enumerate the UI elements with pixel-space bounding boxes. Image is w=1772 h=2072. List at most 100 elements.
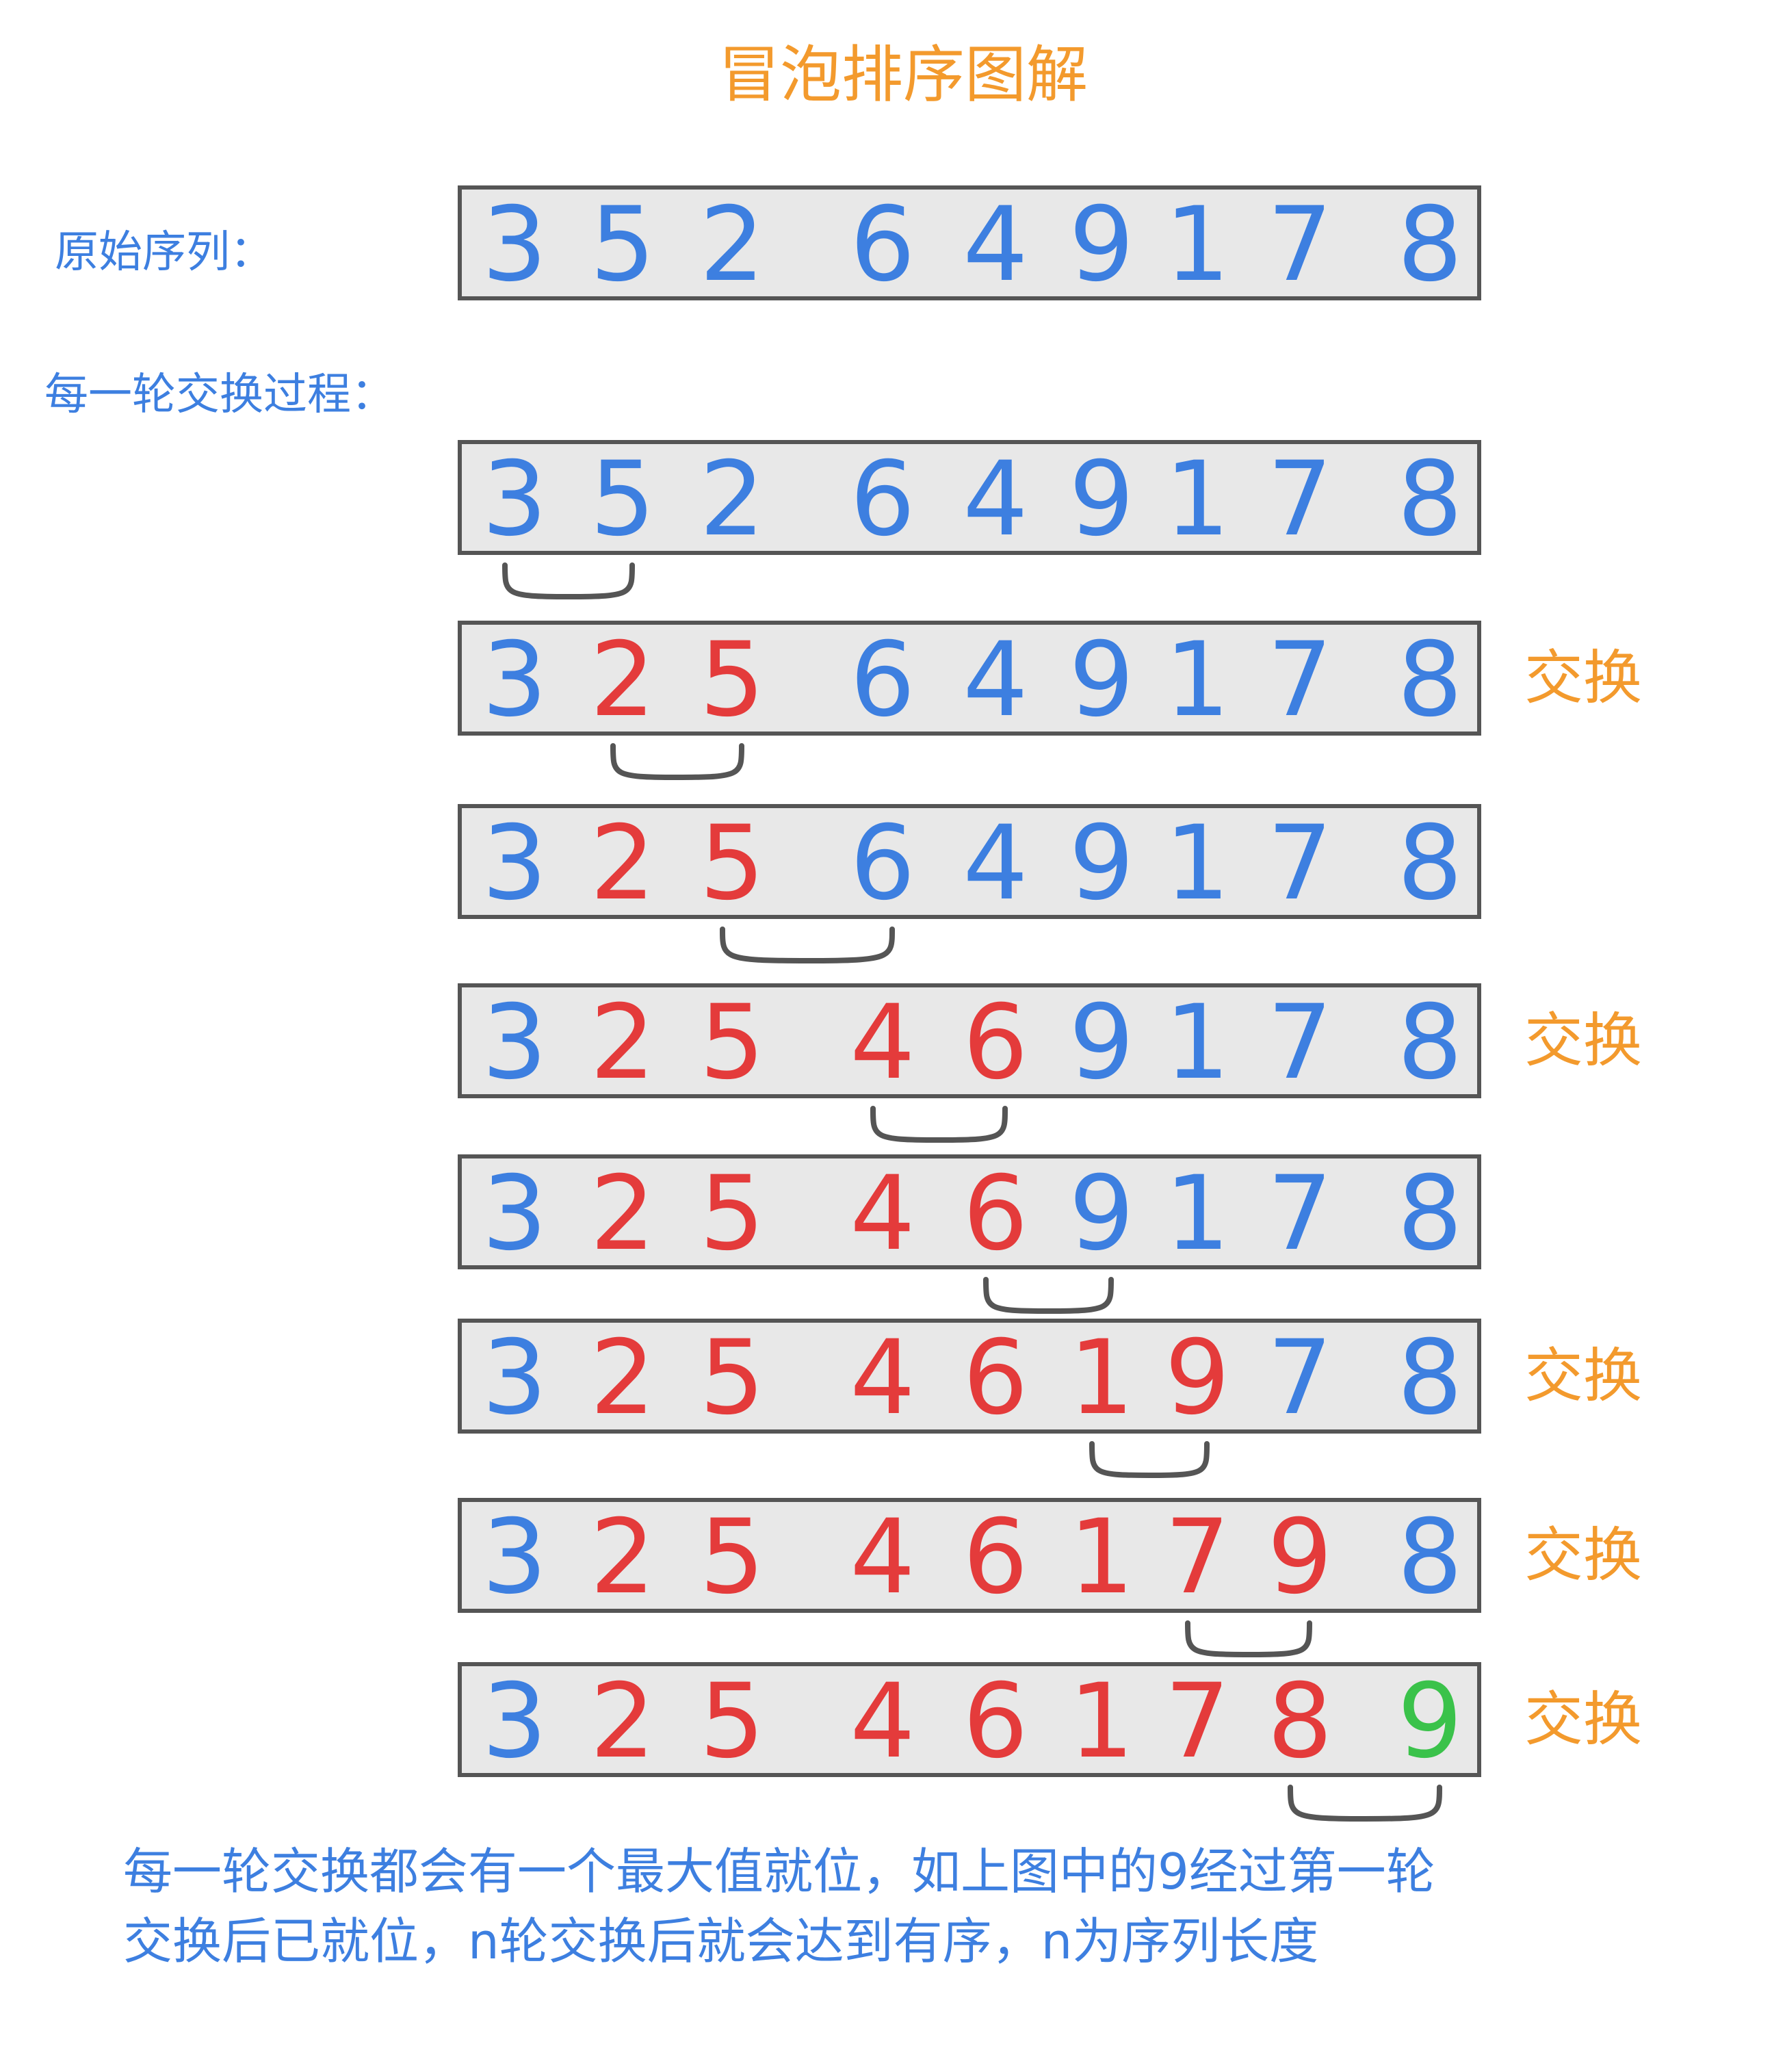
sequence-digit: 9 bbox=[1397, 1662, 1462, 1781]
sequence-digit: 8 bbox=[1397, 1319, 1462, 1438]
step-row: 3 2 5 6 4 9 1 7 8 交换 bbox=[458, 621, 1642, 781]
sequence-digit: 5 bbox=[699, 804, 764, 923]
step-row: 3 2 5 4 6 1 7 9 8 交换 bbox=[458, 1498, 1642, 1658]
comparison-bracket bbox=[870, 1106, 1008, 1143]
sequence-digit: 1 bbox=[1164, 983, 1229, 1102]
sequence-digit: 8 bbox=[1397, 621, 1462, 740]
sequence-digit: 7 bbox=[1267, 1319, 1332, 1438]
original-sequence-label: 原始序列： bbox=[55, 227, 274, 278]
sequence-digit: 8 bbox=[1397, 440, 1462, 559]
sequence-rows: 3 5 2 6 4 9 1 7 83 5 2 6 4 9 1 7 83 2 5 6 4 9 1 7 8 交换3 2 5 6 4 9 1 7 83 2… bbox=[458, 185, 1642, 1822]
sequence-digit: 4 bbox=[850, 1498, 915, 1617]
sequence-digit: 2 bbox=[590, 1154, 655, 1273]
sequence-digit: 5 bbox=[699, 1662, 764, 1781]
sequence-digit: 6 bbox=[963, 1154, 1028, 1273]
rounds-label: 每一轮交换过程： bbox=[44, 370, 395, 420]
comparison-bracket bbox=[1288, 1785, 1442, 1822]
sequence-digit: 5 bbox=[699, 1498, 764, 1617]
sequence-digit: 7 bbox=[1267, 804, 1332, 923]
sequence-digit: 8 bbox=[1397, 804, 1462, 923]
sequence-digit: 3 bbox=[482, 1662, 547, 1781]
step-row: 352649178 bbox=[458, 440, 1481, 600]
sequence-digit: 6 bbox=[963, 1662, 1028, 1781]
sequence-digit: 4 bbox=[963, 621, 1028, 740]
sequence-digit: 9 bbox=[1069, 621, 1134, 740]
sequence-digit: 7 bbox=[1267, 1154, 1332, 1273]
sequence-digit: 3 bbox=[482, 983, 547, 1102]
swap-label: 交换 bbox=[1524, 1342, 1642, 1410]
sequence-digit: 6 bbox=[850, 440, 915, 559]
sequence-digit: 9 bbox=[1069, 804, 1134, 923]
swap-label: 交换 bbox=[1524, 1521, 1642, 1590]
sequence-digit: 7 bbox=[1267, 440, 1332, 559]
sequence-digit: 6 bbox=[963, 1319, 1028, 1438]
step-row: 325469178 bbox=[458, 1154, 1481, 1315]
step-row: 3 2 5 4 6 9 1 7 8 交换 bbox=[458, 983, 1642, 1143]
sequence-digit: 7 bbox=[1267, 983, 1332, 1102]
sequence-digit: 2 bbox=[590, 1319, 655, 1438]
sequence-digit: 5 bbox=[699, 1319, 764, 1438]
note-line-2: 交换后已就位，n轮交换后就会达到有序，n为序列长度 bbox=[123, 1913, 1318, 1970]
sequence-digit: 1 bbox=[1164, 185, 1229, 305]
sequence-digit: 7 bbox=[1267, 621, 1332, 740]
sequence-digit: 8 bbox=[1397, 1154, 1462, 1273]
sequence-digit: 9 bbox=[1069, 1154, 1134, 1273]
sequence-digit: 9 bbox=[1069, 983, 1134, 1102]
sequence-digit: 8 bbox=[1397, 185, 1462, 305]
sequence-digit: 1 bbox=[1164, 440, 1229, 559]
diagram-title: 冒泡排序图解 bbox=[718, 39, 1088, 111]
sequence-digit: 4 bbox=[963, 440, 1028, 559]
sequence-digit: 7 bbox=[1164, 1498, 1229, 1617]
sequence-digit: 6 bbox=[850, 185, 915, 305]
step-row: 3 2 5 4 6 1 9 7 8 交换 bbox=[458, 1319, 1642, 1479]
sequence-digit: 9 bbox=[1267, 1498, 1332, 1617]
sequence-digit: 4 bbox=[850, 1154, 915, 1273]
sequence-digit: 2 bbox=[590, 1662, 655, 1781]
sequence-digit: 4 bbox=[963, 185, 1028, 305]
sequence-digit: 6 bbox=[963, 1498, 1028, 1617]
note-line-1: 每一轮交换都会有一个最大值就位，如上图中的9经过第一轮 bbox=[123, 1843, 1435, 1900]
sequence-digit: 1 bbox=[1164, 804, 1229, 923]
sequence-digit: 1 bbox=[1069, 1498, 1134, 1617]
sequence-digit: 9 bbox=[1069, 185, 1134, 305]
sequence-digit: 4 bbox=[850, 1662, 915, 1781]
step-row: 325649178 bbox=[458, 804, 1481, 964]
step-row: 3 2 5 4 6 1 7 8 9 交换 bbox=[458, 1662, 1642, 1822]
sequence-digit: 2 bbox=[590, 1498, 655, 1617]
sequence-digit: 9 bbox=[1069, 440, 1134, 559]
sequence-digit: 4 bbox=[850, 983, 915, 1102]
sequence-digit: 6 bbox=[850, 804, 915, 923]
sequence-digit: 2 bbox=[699, 185, 764, 305]
sequence-digit: 4 bbox=[850, 1319, 915, 1438]
swap-label: 交换 bbox=[1524, 644, 1642, 712]
sequence-digit: 8 bbox=[1397, 983, 1462, 1102]
sequence-digit: 1 bbox=[1164, 621, 1229, 740]
swap-label: 交换 bbox=[1524, 1685, 1642, 1754]
sequence-digit: 3 bbox=[482, 621, 547, 740]
sequence-digit: 5 bbox=[699, 983, 764, 1102]
comparison-bracket bbox=[983, 1277, 1114, 1315]
sequence-digit: 5 bbox=[699, 621, 764, 740]
sequence-digit: 8 bbox=[1397, 1498, 1462, 1617]
sequence-digit: 3 bbox=[482, 1498, 547, 1617]
sequence-digit: 3 bbox=[482, 804, 547, 923]
swap-label: 交换 bbox=[1524, 1007, 1642, 1075]
sequence-digit: 3 bbox=[482, 185, 547, 305]
comparison-bracket bbox=[502, 562, 635, 600]
sequence-digit: 2 bbox=[590, 804, 655, 923]
sequence-digit: 5 bbox=[590, 440, 655, 559]
sequence-digit: 5 bbox=[699, 1154, 764, 1273]
sequence-digit: 3 bbox=[482, 440, 547, 559]
sequence-digit: 1 bbox=[1164, 1154, 1229, 1273]
sequence-digit: 1 bbox=[1069, 1319, 1134, 1438]
sequence-digit: 5 bbox=[590, 185, 655, 305]
comparison-bracket bbox=[610, 743, 744, 781]
sequence-digit: 8 bbox=[1267, 1662, 1332, 1781]
sequence-digit: 2 bbox=[590, 621, 655, 740]
sequence-digit: 2 bbox=[699, 440, 764, 559]
comparison-bracket bbox=[1089, 1441, 1210, 1479]
sequence-digit: 7 bbox=[1267, 185, 1332, 305]
bubble-sort-diagram: 冒泡排序图解 原始序列： 每一轮交换过程： 3 5 2 6 4 9 1 7 83 5 2 6 4 9 1 7 8… bbox=[44, 39, 1642, 1970]
comparison-bracket bbox=[720, 927, 895, 964]
sequence-digit: 7 bbox=[1164, 1662, 1229, 1781]
